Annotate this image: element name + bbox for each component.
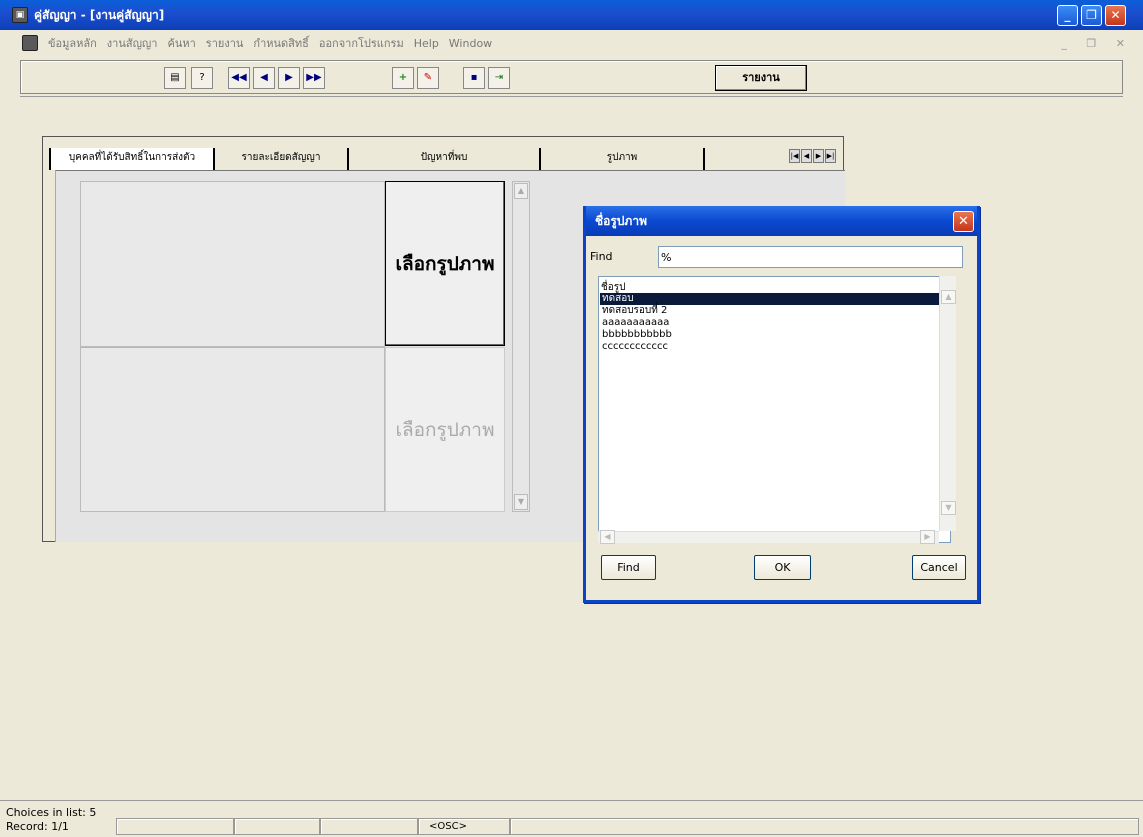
- list-scroll-up-icon[interactable]: ▲: [941, 290, 956, 304]
- list-item[interactable]: ทดสอบรอบที่ 2: [600, 305, 951, 317]
- list-scroll-left-icon[interactable]: ◀: [600, 530, 615, 544]
- ok-button[interactable]: OK: [754, 555, 811, 580]
- tab-images[interactable]: รูปภาพ: [541, 148, 705, 170]
- divider: [20, 96, 1123, 97]
- cancel-button[interactable]: Cancel: [912, 555, 966, 580]
- window-title: คู่สัญญา - [งานคู่สัญญา]: [34, 7, 165, 22]
- scroll-up-icon[interactable]: ▲: [514, 183, 528, 199]
- app-icon: ▣: [12, 7, 28, 23]
- last-record-icon[interactable]: ▶▶: [303, 67, 325, 89]
- menu-item-help[interactable]: Help: [414, 37, 439, 50]
- dialog-close-button[interactable]: ✕: [953, 211, 974, 232]
- list-item[interactable]: cccccccccccc: [600, 341, 951, 353]
- dialog-title-bar: ชื่อรูปภาพ ✕: [586, 206, 977, 236]
- image-area-1: [80, 181, 385, 347]
- menu-item-contract-work[interactable]: งานสัญญา: [107, 34, 158, 52]
- image-area-2: [80, 347, 385, 512]
- scroll-down-icon[interactable]: ▼: [514, 494, 528, 510]
- tab-authorized-persons[interactable]: บุคคลที่ได้รับสิทธิ์ในการส่งตัว: [49, 148, 215, 170]
- menu-item-search[interactable]: ค้นหา: [167, 34, 195, 52]
- database-icon[interactable]: ▤: [164, 67, 186, 89]
- menu-item-permissions[interactable]: กำหนดสิทธิ์: [253, 34, 308, 52]
- mdi-controls[interactable]: _ ❐ ✕: [1061, 37, 1133, 50]
- save-icon[interactable]: ▪: [463, 67, 485, 89]
- menu-item-report[interactable]: รายงาน: [206, 34, 244, 52]
- insert-record-icon[interactable]: +: [392, 67, 414, 89]
- menu-item-window[interactable]: Window: [449, 37, 492, 50]
- image-name-dialog: ชื่อรูปภาพ ✕ Find ชื่อรูป ทดสอบ ทดสอบรอบ…: [583, 206, 980, 603]
- list-item[interactable]: bbbbbbbbbbb: [600, 329, 951, 341]
- list-item[interactable]: ทดสอบ: [600, 293, 951, 305]
- list-scroll-right-icon[interactable]: ▶: [920, 530, 935, 544]
- status-bar: Choices in list: 5 Record: 1/1 <OSC> <DB…: [0, 800, 1143, 837]
- choose-image-button-2[interactable]: เลือกรูปภาพ: [385, 347, 505, 512]
- tab-navigation: |◀ ◀ ▶ ▶|: [789, 149, 837, 163]
- find-input[interactable]: [658, 246, 963, 268]
- close-button[interactable]: ✕: [1105, 5, 1126, 26]
- find-label: Find: [590, 250, 613, 263]
- record-indicator: Record: 1/1: [6, 820, 69, 833]
- tab-contract-details[interactable]: รายละเอียดสัญญา: [215, 148, 349, 170]
- status-pane: [320, 818, 418, 835]
- status-pane: [510, 818, 1139, 835]
- dialog-title: ชื่อรูปภาพ: [595, 214, 647, 228]
- delete-record-icon[interactable]: ✎: [417, 67, 439, 89]
- tab-first-icon[interactable]: |◀: [789, 149, 800, 163]
- list-scroll-down-icon[interactable]: ▼: [941, 501, 956, 515]
- list-horizontal-scrollbar[interactable]: ◀ ▶: [598, 530, 939, 544]
- help-icon[interactable]: ?: [191, 67, 213, 89]
- menu-item-master-data[interactable]: ข้อมูลหลัก: [48, 34, 97, 52]
- toolbar: ▤ ? ◀◀ ◀ ▶ ▶▶ + ✎ ▪ ⇥ รายงาน: [20, 60, 1123, 94]
- first-record-icon[interactable]: ◀◀: [228, 67, 250, 89]
- restore-button[interactable]: ❐: [1081, 5, 1102, 26]
- tab-next-icon[interactable]: ▶: [813, 149, 824, 163]
- status-pane: [234, 818, 320, 835]
- tab-problems[interactable]: ปัญหาที่พบ: [349, 148, 541, 170]
- exit-door-icon[interactable]: ⇥: [488, 67, 510, 89]
- status-pane: [116, 818, 234, 835]
- panel-scrollbar[interactable]: ▲ ▼: [512, 181, 530, 512]
- menu-item-exit[interactable]: ออกจากโปรแกรม: [319, 34, 404, 52]
- tab-prev-icon[interactable]: ◀: [801, 149, 812, 163]
- status-flags: <OSC> <DBG>: [418, 818, 510, 837]
- list-item[interactable]: aaaaaaaaaaa: [600, 317, 951, 329]
- document-icon[interactable]: [22, 35, 38, 51]
- title-bar: ▣ คู่สัญญา - [งานคู่สัญญา] _ ❐ ✕: [0, 0, 1143, 30]
- list-vertical-scrollbar[interactable]: ▲ ▼: [939, 276, 956, 531]
- menu-bar: ข้อมูลหลัก งานสัญญา ค้นหา รายงาน กำหนดสิ…: [0, 30, 1143, 56]
- report-button[interactable]: รายงาน: [715, 65, 807, 91]
- application-window: ▣ คู่สัญญา - [งานคู่สัญญา] _ ❐ ✕ ข้อมูลห…: [0, 0, 1143, 837]
- next-record-icon[interactable]: ▶: [278, 67, 300, 89]
- find-button[interactable]: Find: [601, 555, 656, 580]
- choose-image-button-1[interactable]: เลือกรูปภาพ: [385, 181, 505, 346]
- choices-count: Choices in list: 5: [6, 806, 97, 819]
- minimize-button[interactable]: _: [1057, 5, 1078, 26]
- image-list[interactable]: ชื่อรูป ทดสอบ ทดสอบรอบที่ 2 aaaaaaaaaaa …: [598, 276, 951, 543]
- tab-last-icon[interactable]: ▶|: [825, 149, 836, 163]
- prev-record-icon[interactable]: ◀: [253, 67, 275, 89]
